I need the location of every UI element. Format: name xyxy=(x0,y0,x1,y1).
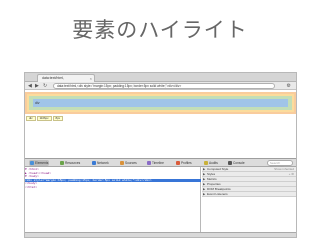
highlight-content[interactable]: div xyxy=(33,99,288,107)
devtools-panel: Elements Resources Network Sources Timel… xyxy=(25,158,296,237)
tab-resources[interactable]: Resources xyxy=(59,160,81,166)
tab-sources[interactable]: Sources xyxy=(119,160,138,166)
expand-arrow-icon: ▶ xyxy=(203,172,206,176)
page-viewport: div div 1106px 8px xyxy=(25,90,296,158)
url-text: data:text/html,<div style="margin:15px; … xyxy=(57,84,182,88)
highlight-margin: div xyxy=(25,92,296,114)
styles-sidebar: ▶ Computed Style Show inherited ▶ Styles… xyxy=(202,167,296,237)
tab-console[interactable]: Console xyxy=(227,160,246,166)
dom-node[interactable]: </html> xyxy=(25,186,201,190)
browser-window: data:text/html, × ◀ ▶ ↻ data:text/html,<… xyxy=(24,72,297,238)
tab-network[interactable]: Network xyxy=(91,160,110,166)
tab-label: Network xyxy=(97,161,109,165)
highlight-border: div xyxy=(27,94,294,112)
panel-event-listeners[interactable]: ▶ Event Listeners xyxy=(202,192,296,197)
audits-icon xyxy=(204,161,208,165)
dom-tree: ▼ <html> ▶ <head></head> ▼ <body> <div s… xyxy=(25,167,201,237)
tab-label: Resources xyxy=(65,161,81,165)
sources-icon xyxy=(120,161,124,165)
panel-label: Styles xyxy=(207,172,216,176)
browser-tab[interactable]: data:text/html, × xyxy=(37,74,95,82)
tooltip-width: 1106px xyxy=(36,116,52,121)
reload-icon[interactable]: ↻ xyxy=(43,83,47,89)
panel-extra[interactable]: Show inherited xyxy=(274,167,294,172)
tooltip-height: 8px xyxy=(52,116,64,121)
network-icon xyxy=(92,161,96,165)
tab-label: Audits xyxy=(209,161,218,165)
panel-label: DOM Breakpoints xyxy=(207,187,231,191)
expand-arrow-icon: ▶ xyxy=(203,182,206,186)
tab-label: Elements xyxy=(35,161,49,165)
wrench-icon[interactable]: ⚙ xyxy=(287,83,291,89)
slide-title: 要素のハイライト xyxy=(72,18,248,42)
tab-profiles[interactable]: Profiles xyxy=(175,160,193,166)
highlight-padding: div xyxy=(29,96,292,110)
tab-timeline[interactable]: Timeline xyxy=(146,160,165,166)
content-text: div xyxy=(35,101,40,105)
timeline-icon xyxy=(147,161,151,165)
close-icon[interactable]: × xyxy=(90,75,92,82)
panel-label: Metrics xyxy=(207,177,217,181)
panel-label: Event Listeners xyxy=(207,192,228,196)
forward-icon[interactable]: ▶ xyxy=(35,83,39,89)
expand-arrow-icon: ▶ xyxy=(203,192,206,196)
resources-icon xyxy=(60,161,64,165)
expand-arrow-icon: ▶ xyxy=(203,187,206,191)
devtools-search-input[interactable]: Search Elements xyxy=(267,160,293,169)
tab-elements[interactable]: Elements xyxy=(29,160,50,166)
profiles-icon xyxy=(176,161,180,165)
panel-extra[interactable]: + ⚙ xyxy=(289,172,294,177)
elements-icon xyxy=(30,161,34,165)
tab-label: Profiles xyxy=(181,161,192,165)
panel-label: Computed Style xyxy=(207,167,229,171)
devtools-status-bar xyxy=(25,232,296,237)
tab-strip: data:text/html, × xyxy=(25,73,296,82)
devtools-toolbar: Elements Resources Network Sources Timel… xyxy=(25,159,296,169)
element-size-tooltip: div 1106px 8px xyxy=(26,116,64,121)
tab-audits[interactable]: Audits xyxy=(203,160,219,166)
tooltip-tag: div xyxy=(26,116,36,121)
tab-title: data:text/html, xyxy=(42,76,64,80)
tab-label: Console xyxy=(233,161,245,165)
back-icon[interactable]: ◀ xyxy=(28,83,32,89)
panel-label: Properties xyxy=(207,182,221,186)
expand-arrow-icon: ▶ xyxy=(203,177,206,181)
browser-toolbar: ◀ ▶ ↻ data:text/html,<div style="margin:… xyxy=(25,82,296,90)
console-icon xyxy=(228,161,232,165)
tab-label: Timeline xyxy=(152,161,164,165)
tab-label: Sources xyxy=(125,161,137,165)
expand-arrow-icon: ▶ xyxy=(203,167,206,171)
address-bar[interactable]: data:text/html,<div style="margin:15px; … xyxy=(53,83,275,89)
